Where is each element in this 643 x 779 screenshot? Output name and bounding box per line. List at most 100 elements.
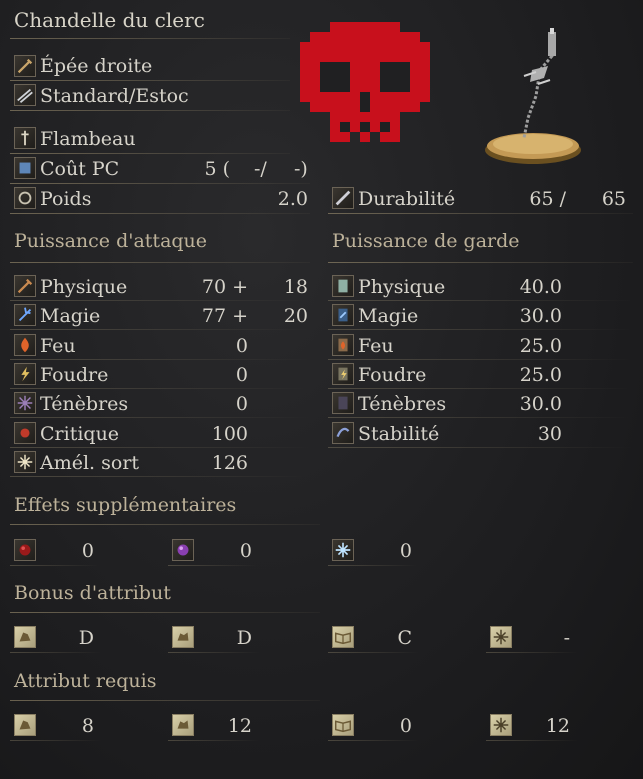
divider: [10, 110, 290, 111]
scaling-value: -: [563, 627, 570, 649]
dexterity-icon: [172, 714, 194, 736]
stability-icon: [332, 421, 354, 444]
dark-attack-icon: [14, 392, 36, 415]
physical-guard-icon: [332, 275, 354, 297]
attack-stat-value: 126: [211, 451, 248, 474]
skill-label: Flambeau: [40, 128, 136, 150]
attack-header: Puissance d'attaque: [14, 230, 208, 252]
attack-stat-label: Amél. sort: [40, 451, 140, 474]
divider: [328, 358, 633, 360]
attack-stat-bonus: 20: [283, 305, 308, 328]
divider: [10, 565, 100, 566]
guard-stat-value: 30.0: [519, 393, 562, 416]
attack-stat-label: Feu: [40, 334, 76, 357]
critical-icon: [14, 421, 36, 444]
poison-icon: [172, 539, 194, 561]
divider: [10, 387, 310, 389]
weight-icon: [14, 187, 36, 209]
attack-stat-label: Ténèbres: [40, 393, 129, 416]
guard-stat-label: Ténèbres: [358, 393, 447, 416]
lightning-attack-icon: [14, 362, 36, 385]
divider: [328, 417, 633, 419]
attack-stat-value: 100: [211, 422, 248, 445]
skill-icon: [14, 127, 36, 149]
header-underline: [10, 262, 310, 263]
attack-stat-value: 0: [235, 393, 248, 416]
attack-stat-label: Critique: [40, 422, 120, 445]
attack-stat-value: 77 +: [201, 305, 248, 328]
divider: [168, 652, 260, 653]
strength-icon: [14, 626, 36, 648]
guard-header: Puissance de garde: [332, 230, 520, 252]
guard-stat-label: Physique: [358, 276, 446, 298]
weapon-type-icon: [14, 55, 36, 77]
divider: [10, 446, 310, 448]
guard-stat-value: 30.0: [519, 305, 562, 328]
skull-icon: [300, 22, 430, 142]
divider: [10, 300, 310, 301]
strength-icon: [14, 714, 36, 736]
weight-label: Poids: [40, 188, 92, 210]
divider: [10, 213, 310, 214]
divider: [10, 329, 310, 331]
magic-attack-icon: [14, 304, 36, 327]
divider: [328, 446, 633, 448]
attack-stat-value: 0: [235, 363, 248, 386]
header-underline: [10, 700, 320, 701]
divider: [486, 740, 578, 741]
divider: [10, 153, 290, 154]
attack-type-label: Standard/Estoc: [40, 85, 189, 107]
divider: [10, 183, 310, 184]
physical-attack-icon: [14, 275, 36, 297]
effect-value: 0: [239, 540, 252, 562]
dark-guard-icon: [332, 392, 354, 415]
durability-label: Durabilité: [358, 188, 456, 210]
attack-stat-label: Foudre: [40, 363, 109, 386]
divider: [10, 80, 290, 81]
scaling-value: D: [78, 627, 94, 649]
guard-stat-label: Foudre: [358, 363, 427, 386]
effects-header: Effets supplémentaires: [14, 494, 237, 516]
guard-stat-value: 25.0: [519, 363, 562, 386]
guard-stat-value: 40.0: [519, 276, 562, 298]
guard-stat-value: 25.0: [519, 334, 562, 357]
fp-cost-label: Coût PC: [40, 158, 120, 180]
requirements-header: Attribut requis: [14, 670, 157, 692]
weight-value: 2.0: [277, 188, 308, 210]
requirements-value: 0: [399, 715, 412, 737]
fp-cost-icon: [14, 157, 36, 179]
header-underline: [328, 262, 633, 263]
divider: [328, 652, 420, 653]
attack-stat-label: Magie: [40, 305, 101, 328]
divider: [328, 213, 633, 214]
guard-stat-value: 30: [537, 422, 562, 445]
spell-buff-icon: [14, 450, 36, 473]
scaling-value: D: [236, 627, 252, 649]
divider: [10, 358, 310, 360]
intelligence-icon: [332, 626, 354, 648]
dexterity-icon: [172, 626, 194, 648]
divider: [168, 565, 258, 566]
faith-icon: [490, 714, 512, 736]
divider: [10, 417, 310, 419]
title-underline: [10, 38, 290, 39]
divider: [328, 565, 418, 566]
guard-stat-label: Magie: [358, 305, 419, 328]
weapon-image: [485, 28, 581, 164]
weapon-type-label: Épée droite: [40, 55, 153, 77]
divider: [486, 652, 578, 653]
requirements-value: 8: [81, 715, 94, 737]
fire-guard-icon: [332, 333, 354, 356]
header-underline: [10, 524, 320, 525]
frost-icon: [332, 539, 354, 561]
attack-type-icon: [14, 84, 36, 106]
faith-icon: [490, 626, 512, 648]
attack-stat-label: Physique: [40, 276, 128, 298]
durability-current: 65 /: [529, 188, 566, 210]
divider: [328, 387, 633, 389]
durability-icon: [332, 187, 354, 209]
lightning-guard-icon: [332, 362, 354, 385]
effect-value: 0: [81, 540, 94, 562]
header-underline: [10, 612, 320, 613]
scaling-value: C: [397, 627, 412, 649]
